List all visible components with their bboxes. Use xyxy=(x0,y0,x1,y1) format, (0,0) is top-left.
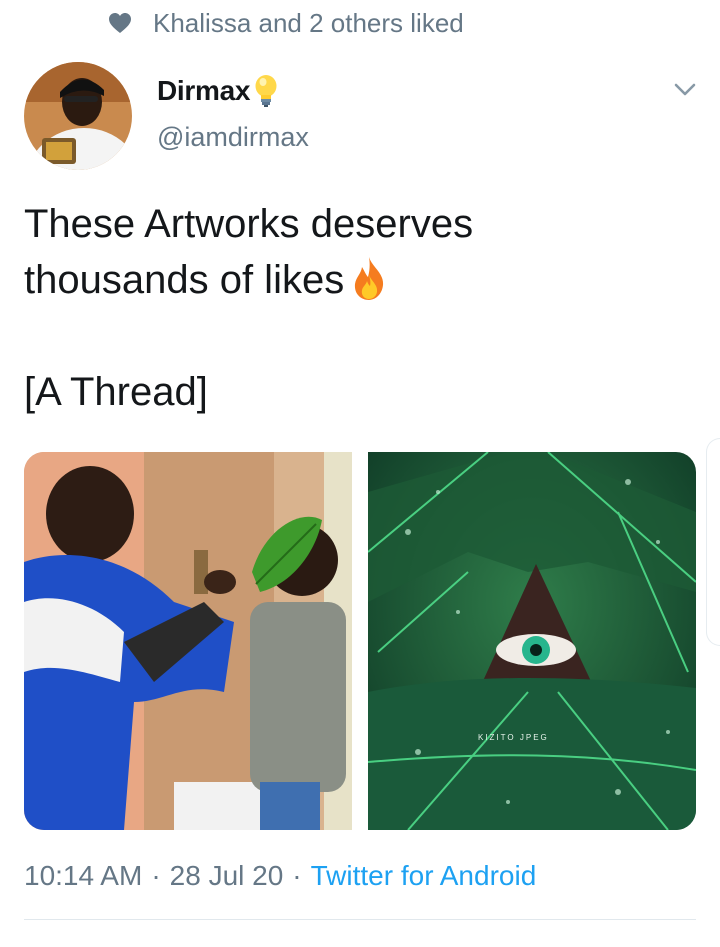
meta-separator: · xyxy=(151,860,161,891)
edge-card xyxy=(706,438,720,646)
tweet-text: These Artworks deserves thousands of lik… xyxy=(24,196,684,420)
tweet-line-2-text: thousands of likes xyxy=(24,258,345,302)
display-name: Dirmax xyxy=(157,75,251,106)
tweet-meta: 10:14 AM · 28 Jul 20 · Twitter for Andro… xyxy=(24,856,536,896)
author-handle[interactable]: @iamdirmax xyxy=(157,122,309,153)
heart-icon xyxy=(108,12,132,34)
media-grid: KIZITO JPEG xyxy=(24,452,696,830)
tweet-line-1: These Artworks deserves xyxy=(24,202,474,246)
social-context[interactable]: Khalissa and 2 others liked xyxy=(108,6,464,40)
avatar[interactable] xyxy=(24,62,132,170)
photo-eye-through-leaf[interactable]: KIZITO JPEG xyxy=(368,452,696,830)
tweet-source-link[interactable]: Twitter for Android xyxy=(311,860,537,892)
tweet-time: 10:14 AM xyxy=(24,860,143,891)
tweet-date: 28 Jul 20 xyxy=(169,860,284,891)
fire-icon xyxy=(350,255,388,301)
meta-separator: · xyxy=(292,860,302,891)
image-watermark: KIZITO JPEG xyxy=(478,733,549,742)
author-name-row[interactable]: Dirmax xyxy=(157,70,279,112)
chevron-down-icon[interactable] xyxy=(672,80,698,100)
tweet-line-3: [A Thread] xyxy=(24,370,208,414)
tweet-line-2: thousands of likes xyxy=(24,252,684,308)
liked-by-text: Khalissa and 2 others liked xyxy=(153,7,464,38)
bulb-icon xyxy=(253,74,279,108)
photo-leaf-over-face[interactable] xyxy=(24,452,352,830)
divider xyxy=(24,919,696,920)
